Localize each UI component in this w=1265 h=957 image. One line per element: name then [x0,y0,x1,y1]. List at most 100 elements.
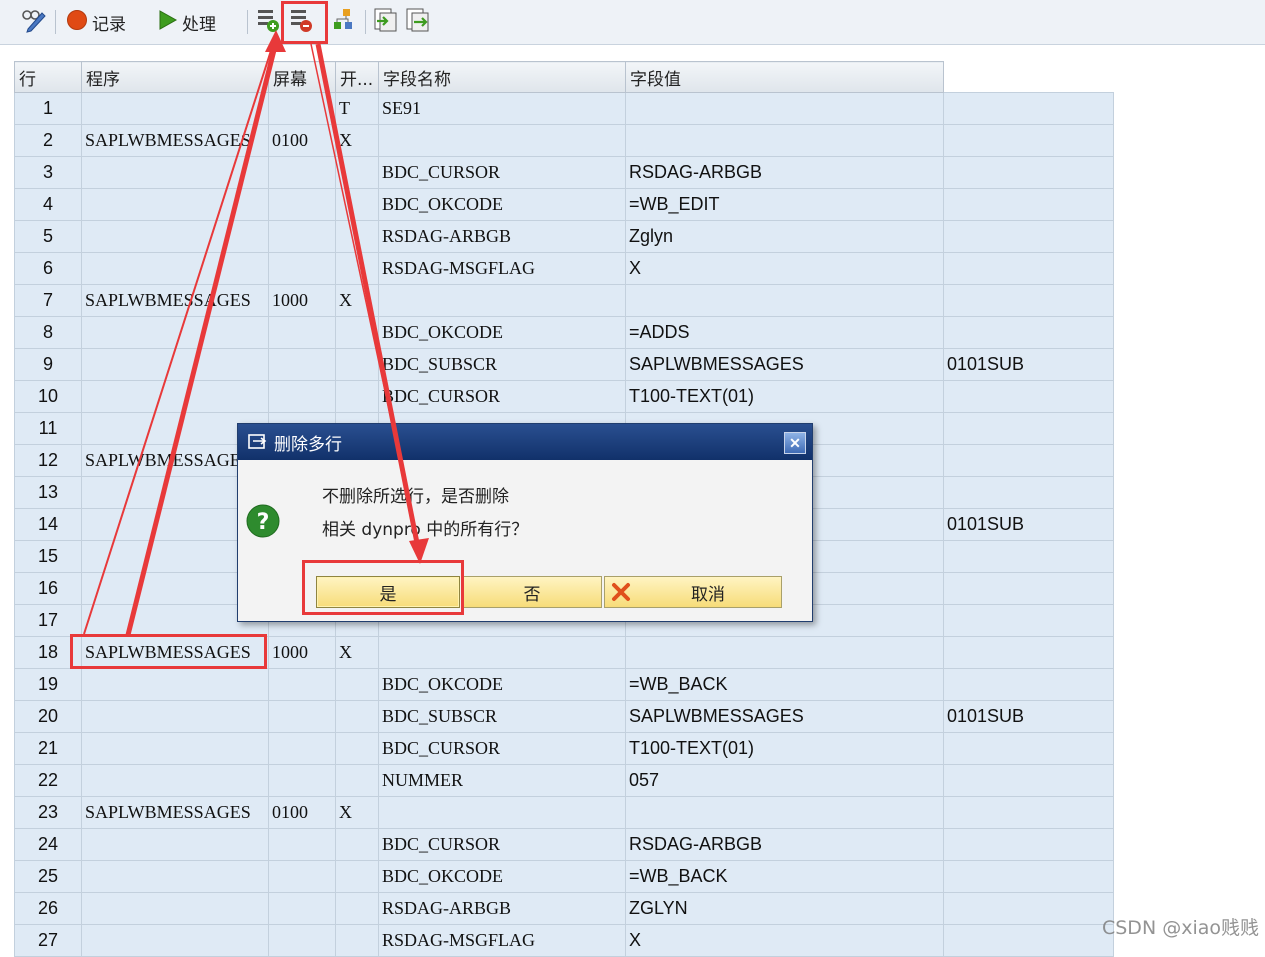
table-cell[interactable]: RSDAG-ARBGB [625,828,944,861]
table-cell[interactable] [943,572,1114,605]
table-cell[interactable]: =ADDS [625,316,944,349]
table-cell[interactable] [378,636,626,669]
insert-row-button[interactable] [256,8,280,36]
table-row[interactable]: 25 BDC_OKCODE =WB_BACK [14,860,1114,893]
table-cell[interactable] [943,444,1114,477]
table-cell[interactable]: RSDAG-ARBGB [625,156,944,189]
table-cell[interactable]: =WB_BACK [625,860,944,893]
table-cell[interactable] [81,188,269,221]
row-number-cell[interactable]: 9 [14,348,82,381]
table-cell[interactable]: SAPLWBMESSAGES [81,284,269,317]
table-cell[interactable]: SAPLWBMESSAGES [81,124,269,157]
table-cell[interactable] [943,284,1114,317]
table-cell[interactable] [943,540,1114,573]
table-cell[interactable] [335,924,379,957]
table-cell[interactable] [81,732,269,765]
row-number-cell[interactable]: 14 [14,508,82,541]
table-cell[interactable]: T100-TEXT(01) [625,380,944,413]
table-row[interactable]: 7 SAPLWBMESSAGES 1000 X [14,284,1114,317]
table-cell[interactable]: BDC_OKCODE [378,668,626,701]
table-cell[interactable] [943,124,1114,157]
table-cell[interactable]: RSDAG-MSGFLAG [378,252,626,285]
table-row[interactable]: 3 BDC_CURSOR RSDAG-ARBGB [14,156,1114,189]
table-row[interactable]: 26 RSDAG-ARBGB ZGLYN [14,892,1114,925]
table-row[interactable]: 10 BDC_CURSOR T100-TEXT(01) [14,380,1114,413]
table-cell[interactable]: X [625,924,944,957]
row-number-cell[interactable]: 8 [14,316,82,349]
dialog-close-button[interactable]: ✕ [784,432,806,454]
table-cell[interactable] [268,828,336,861]
table-cell[interactable]: 0101SUB [943,348,1114,381]
row-number-cell[interactable]: 7 [14,284,82,317]
table-row[interactable]: 1 T SE91 [14,92,1114,125]
table-cell[interactable] [81,380,269,413]
table-cell[interactable] [268,860,336,893]
table-cell[interactable]: T100-TEXT(01) [625,732,944,765]
column-header[interactable]: 屏幕 [268,61,336,93]
table-cell[interactable] [943,380,1114,413]
table-cell[interactable]: SAPLWBMESSAGES [625,348,944,381]
process-button[interactable]: 处理 [158,8,216,36]
table-cell[interactable] [335,668,379,701]
table-row[interactable]: 19 BDC_OKCODE =WB_BACK [14,668,1114,701]
table-cell[interactable]: BDC_SUBSCR [378,348,626,381]
table-cell[interactable] [943,636,1114,669]
table-cell[interactable]: NUMMER [378,764,626,797]
row-number-cell[interactable]: 13 [14,476,82,509]
table-cell[interactable] [81,892,269,925]
export-button[interactable] [405,8,431,36]
table-cell[interactable] [943,924,1114,957]
table-cell[interactable] [81,764,269,797]
table-cell[interactable]: X [335,124,379,157]
row-number-cell[interactable]: 1 [14,92,82,125]
row-number-cell[interactable]: 3 [14,156,82,189]
table-cell[interactable]: ZGLYN [625,892,944,925]
table-cell[interactable]: 0100 [268,796,336,829]
record-button[interactable]: 记录 [66,8,126,36]
table-cell[interactable] [378,796,626,829]
table-cell[interactable]: RSDAG-MSGFLAG [378,924,626,957]
row-number-cell[interactable]: 25 [14,860,82,893]
table-row[interactable]: 6 RSDAG-MSGFLAG X [14,252,1114,285]
table-row[interactable]: 22 NUMMER 057 [14,764,1114,797]
row-number-cell[interactable]: 12 [14,444,82,477]
table-row[interactable]: 9 BDC_SUBSCR SAPLWBMESSAGES 0101SUB [14,348,1114,381]
table-row[interactable]: 24 BDC_CURSOR RSDAG-ARBGB [14,828,1114,861]
column-header[interactable]: 开... [335,61,379,93]
table-cell[interactable] [625,796,944,829]
row-number-cell[interactable]: 16 [14,572,82,605]
table-cell[interactable] [335,828,379,861]
row-number-cell[interactable]: 5 [14,220,82,253]
edit-button[interactable] [20,8,48,36]
no-button[interactable]: 否 [462,576,602,608]
table-cell[interactable] [268,892,336,925]
table-cell[interactable] [335,860,379,893]
table-cell[interactable] [81,348,269,381]
row-number-cell[interactable]: 27 [14,924,82,957]
table-cell[interactable] [943,604,1114,637]
table-cell[interactable] [943,156,1114,189]
table-cell[interactable]: BDC_OKCODE [378,188,626,221]
table-cell[interactable] [268,316,336,349]
table-row[interactable]: 2 SAPLWBMESSAGES 0100 X [14,124,1114,157]
table-cell[interactable] [943,252,1114,285]
table-cell[interactable]: X [335,636,379,669]
table-cell[interactable]: BDC_CURSOR [378,156,626,189]
row-number-cell[interactable]: 6 [14,252,82,285]
table-cell[interactable] [625,124,944,157]
table-cell[interactable] [81,668,269,701]
table-cell[interactable] [335,348,379,381]
table-cell[interactable] [268,700,336,733]
table-cell[interactable]: 0100 [268,124,336,157]
table-cell[interactable] [943,188,1114,221]
table-cell[interactable]: Zglyn [625,220,944,253]
table-row[interactable]: 8 BDC_OKCODE =ADDS [14,316,1114,349]
table-cell[interactable] [943,892,1114,925]
table-cell[interactable] [81,316,269,349]
table-cell[interactable] [268,764,336,797]
column-header[interactable]: 行 [14,61,82,93]
table-cell[interactable] [943,796,1114,829]
row-number-cell[interactable]: 20 [14,700,82,733]
table-cell[interactable] [268,380,336,413]
table-cell[interactable]: X [335,284,379,317]
